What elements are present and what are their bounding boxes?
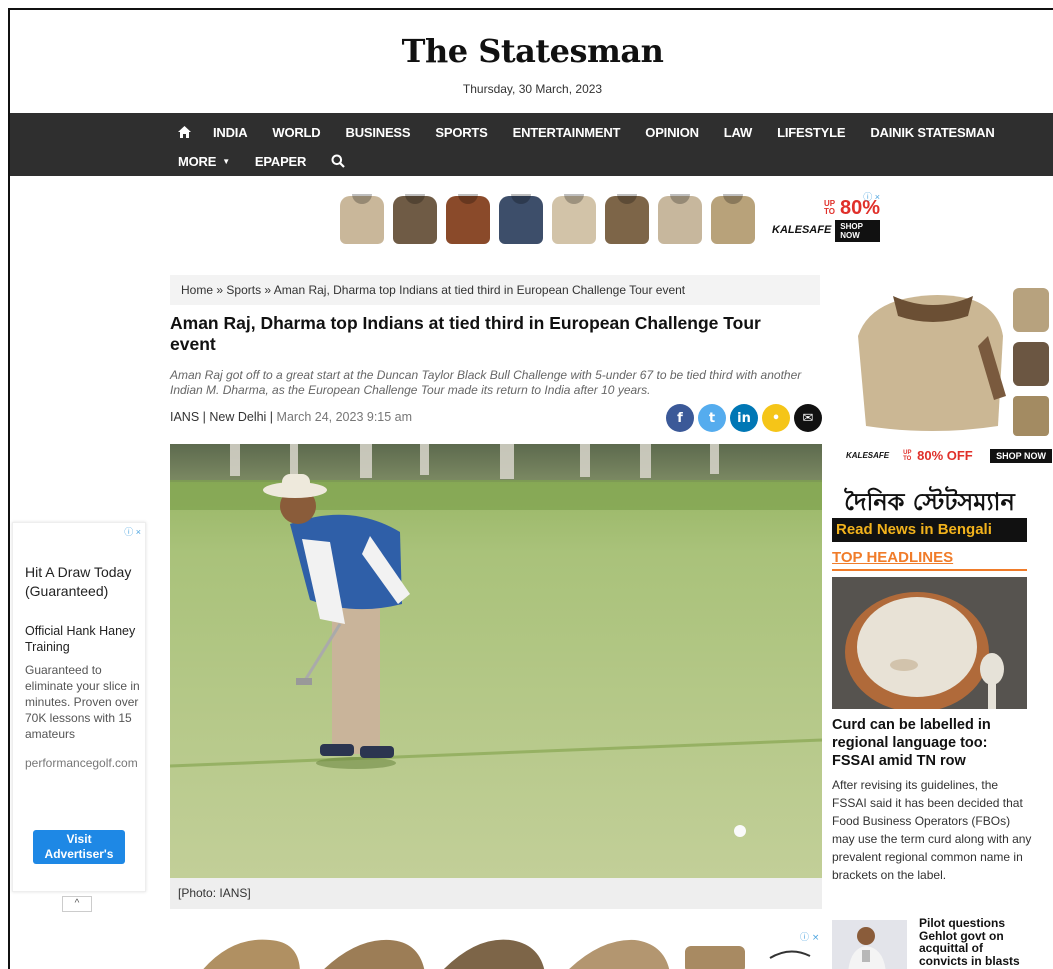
current-date: Thursday, 30 March, 2023 [462, 82, 603, 96]
sidebar-headline-2[interactable]: Pilot questions Gehlot govt on acquittal… [919, 917, 1029, 967]
masthead: The Statesman Thursday, 30 March, 2023 [10, 10, 1053, 113]
ad-product-jacket [393, 194, 437, 244]
main-navbar: INDIA WORLD BUSINESS SPORTS ENTERTAINMEN… [10, 113, 1053, 176]
ad-brand: KALESAFE [772, 223, 832, 236]
nav-item-entertainment[interactable]: ENTERTAINMENT [513, 125, 621, 140]
ad-product-jacket [605, 194, 649, 244]
ad-offer-prefix: UP TO [823, 199, 835, 216]
sidebar-headline-1[interactable]: Curd can be labelled in regional languag… [832, 716, 1027, 770]
breadcrumb: Home » Sports » Aman Raj, Dharma top Ind… [170, 275, 820, 305]
home-icon[interactable] [178, 126, 191, 138]
left-ad-body: Guaranteed to eliminate your slice in mi… [25, 663, 140, 741]
browser-page: The Statesman Thursday, 30 March, 2023 I… [8, 8, 1053, 969]
ad-product-jacket [658, 194, 702, 244]
nav-item-sports[interactable]: SPORTS [435, 125, 487, 140]
adchoices-icon[interactable]: ⓘ × [863, 190, 880, 203]
right-ad-footer: KALESAFE UP TO 80% OFF SHOP NOW [846, 448, 1053, 463]
ad-offer-block: UP TO 80% KALESAFE SHOP NOW [768, 198, 880, 242]
breadcrumb-separator: » [216, 283, 224, 297]
nav-item-dainik-statesman[interactable]: DAINIK STATESMAN [870, 125, 994, 140]
ad-product-jacket [340, 194, 384, 244]
site-logo[interactable]: The Statesman [10, 32, 1053, 70]
ad-product-jacket [552, 194, 596, 244]
ad-shop-button[interactable]: SHOP NOW [835, 220, 880, 242]
ad-product-images [340, 194, 764, 244]
breadcrumb-home[interactable]: Home [181, 283, 213, 297]
breadcrumb-sports[interactable]: Sports [226, 283, 261, 297]
nav-item-opinion[interactable]: OPINION [645, 125, 699, 140]
share-linkedin-icon[interactable]: in [730, 404, 758, 432]
top-headlines-heading[interactable]: TOP HEADLINES [832, 549, 1027, 571]
left-ad-url[interactable]: performancegolf.com [25, 756, 138, 770]
ad-product-jacket [499, 194, 543, 244]
nav-item-india[interactable]: INDIA [213, 125, 248, 140]
nav-item-business[interactable]: BUSINESS [346, 125, 411, 140]
share-twitter-icon[interactable]: t [698, 404, 726, 432]
adchoices-icon[interactable]: ⓘ × [124, 525, 141, 538]
right-ad-offer-prefix: UP TO [903, 449, 912, 462]
breadcrumb-separator: » [264, 283, 272, 297]
article-timestamp: March 24, 2023 9:15 am [276, 410, 413, 424]
left-ad-title: Hit A Draw Today (Guaranteed) [25, 564, 132, 599]
top-banner-ad[interactable]: UP TO 80% KALESAFE SHOP NOW ⓘ × [340, 190, 880, 250]
share-email-icon[interactable]: ✉ [794, 404, 822, 432]
collapse-ad-toggle[interactable]: ^ [62, 896, 92, 912]
search-icon[interactable] [331, 154, 345, 168]
right-side-ad[interactable]: KALESAFE UP TO 80% OFF SHOP NOW [838, 276, 1053, 466]
ad-product-jacket [711, 194, 755, 244]
bengali-tagline: Read News in Bengali [832, 518, 1027, 542]
nav-item-epaper[interactable]: EPAPER [255, 154, 306, 169]
pilot-headline-image[interactable] [832, 920, 907, 969]
nav-row-primary: INDIA WORLD BUSINESS SPORTS ENTERTAINMEN… [178, 119, 1020, 145]
left-side-ad[interactable]: ⓘ × Hit A Draw Today (Guaranteed) Offici… [12, 522, 146, 892]
bengali-promo[interactable]: দৈনিক স্টেটসম্যান Read News in Bengali [832, 484, 1027, 544]
breadcrumb-current: Aman Raj, Dharma top Indians at tied thi… [273, 283, 686, 297]
right-ad-offer: 80% OFF [917, 448, 973, 463]
nav-item-law[interactable]: LAW [724, 125, 752, 140]
nav-item-world[interactable]: WORLD [272, 125, 320, 140]
svg-text:ⓘ ×: ⓘ × [800, 932, 819, 943]
share-buttons: f t in • ✉ [666, 404, 826, 432]
nav-item-more[interactable]: MORE ▼ [178, 154, 230, 169]
left-ad-subtitle: Official Hank Haney Training [25, 624, 136, 654]
share-facebook-icon[interactable]: f [666, 404, 694, 432]
article-photo[interactable] [170, 444, 822, 878]
ad-product-jacket [446, 194, 490, 244]
article-author[interactable]: IANS | New Delhi | [170, 410, 273, 424]
nav-more-label: MORE [178, 153, 217, 169]
curd-headline-image[interactable] [832, 577, 1027, 709]
visit-advertiser-button[interactable]: Visit Advertiser's Site? [33, 830, 125, 876]
caret-down-icon: ▼ [222, 156, 230, 166]
bottom-banner-ad[interactable]: ⓘ × [190, 928, 820, 969]
nav-item-lifestyle[interactable]: LIFESTYLE [777, 125, 845, 140]
photo-caption: [Photo: IANS] [170, 878, 822, 909]
nav-row-secondary: MORE ▼ EPAPER [178, 150, 345, 172]
article-byline: IANS | New Delhi | March 24, 2023 9:15 a… [170, 410, 412, 424]
sidebar-summary-1: After revising its guidelines, the FSSAI… [832, 778, 1032, 882]
article-title: Aman Raj, Dharma top Indians at tied thi… [170, 313, 761, 354]
share-koo-icon[interactable]: • [762, 404, 790, 432]
article-summary: Aman Raj got off to a great start at the… [170, 368, 802, 397]
right-ad-shop-button[interactable]: SHOP NOW [990, 448, 1052, 463]
right-ad-brand: KALESAFE [846, 451, 890, 460]
